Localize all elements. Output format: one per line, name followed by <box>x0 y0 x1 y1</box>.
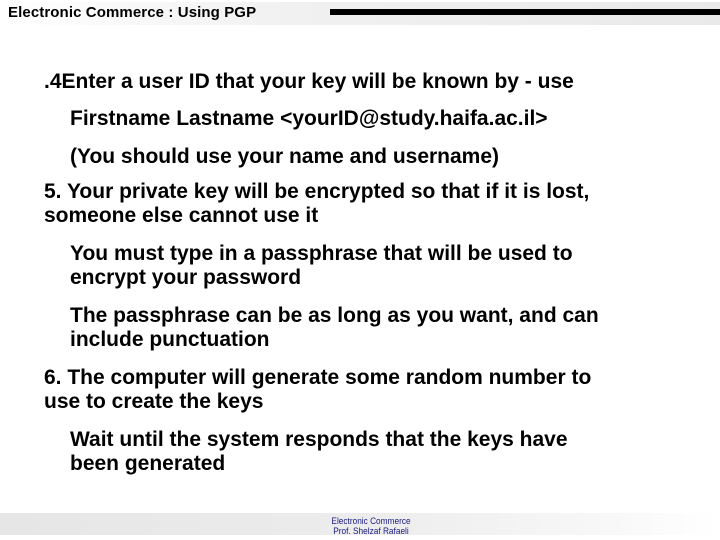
step-5-passphrase-line2: encrypt your password <box>70 266 302 289</box>
step-5-length-line1: The passphrase can be as long as you wan… <box>70 304 599 327</box>
step-6-heading-line2: use to create the keys <box>44 390 264 413</box>
header-divider-rule <box>330 9 720 15</box>
step-4-user-id-format: Firstname Lastname <yourID@study.haifa.a… <box>70 107 548 130</box>
step-5-heading-line1: 5. Your private key will be encrypted so… <box>44 180 590 203</box>
step-5-heading-line2: someone else cannot use it <box>44 204 319 227</box>
step-4-note: (You should use your name and username) <box>70 145 500 168</box>
step-5-length-line2: include punctuation <box>70 328 270 351</box>
step-6-wait-line1: Wait until the system responds that the … <box>70 428 568 451</box>
step-6-wait-line2: been generated <box>70 452 226 475</box>
step-4-heading: .4Enter a user ID that your key will be … <box>44 70 574 93</box>
slide-header-title: Electronic Commerce : Using PGP <box>8 4 257 21</box>
step-6-heading-line1: 6. The computer will generate some rando… <box>44 366 592 389</box>
footer-course-name: Electronic Commerce <box>331 516 411 526</box>
footer-author: Prof. Shelzaf Rafaeli <box>333 526 409 536</box>
step-5-passphrase-line1: You must type in a passphrase that will … <box>70 242 573 265</box>
